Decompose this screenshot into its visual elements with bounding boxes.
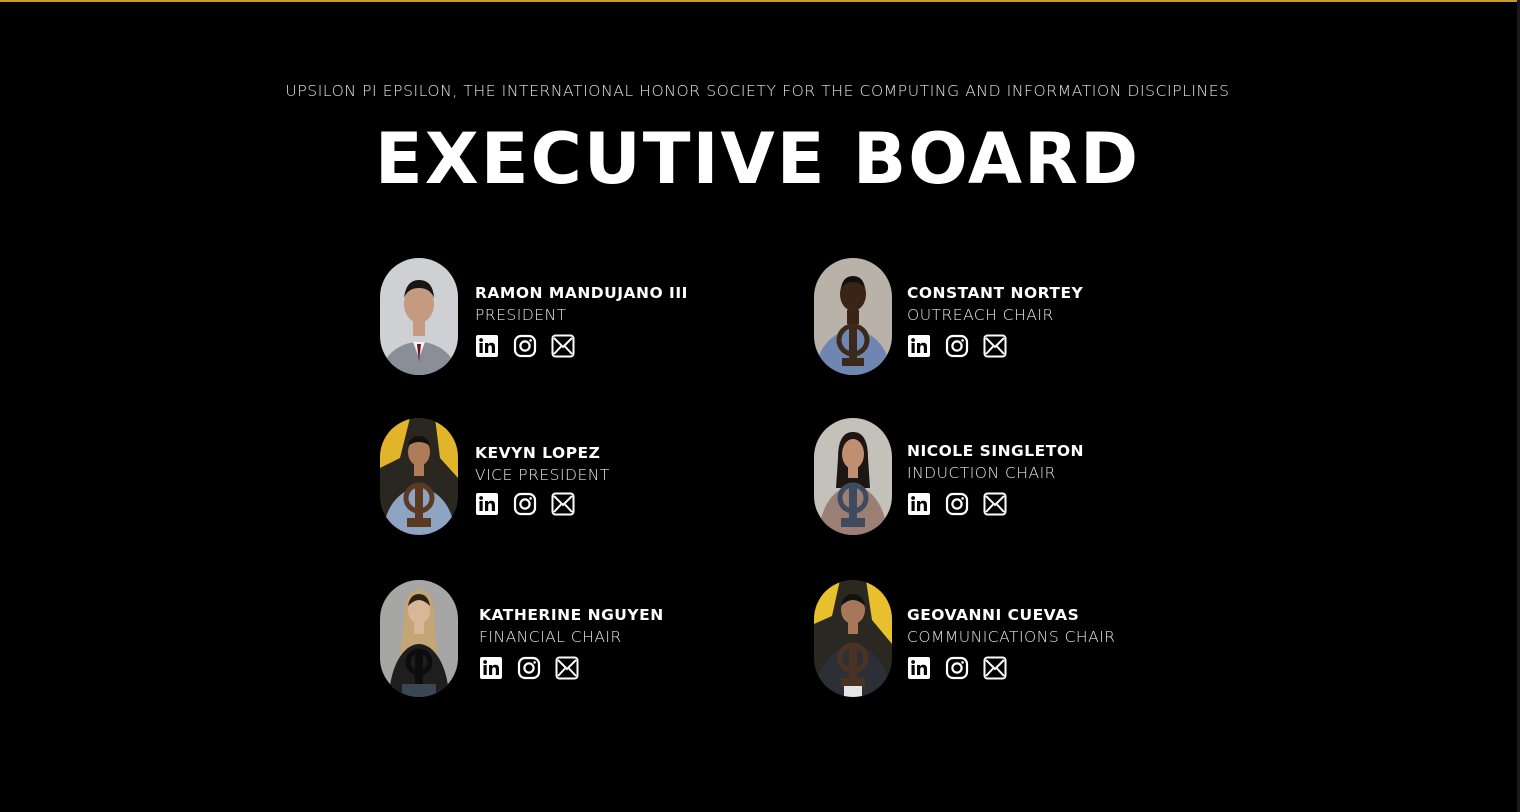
page-subtitle: UPSILON PI EPSILON, THE INTERNATIONAL HO… <box>285 82 1230 100</box>
member-role: FINANCIAL CHAIR <box>479 628 622 646</box>
social-links <box>475 492 610 516</box>
page: UPSILON PI EPSILON, THE INTERNATIONAL HO… <box>0 0 1520 812</box>
member-photo <box>814 418 892 535</box>
member-card: KATHERINE NGUYEN FINANCIAL CHAIR <box>380 580 760 700</box>
mail-icon[interactable] <box>983 334 1007 358</box>
instagram-icon[interactable] <box>517 656 541 680</box>
member-photo <box>380 258 458 375</box>
member-card: CONSTANT NORTEY OUTREACH CHAIR <box>814 258 1194 378</box>
member-photo <box>814 580 892 697</box>
instagram-icon[interactable] <box>945 492 969 516</box>
social-links <box>475 334 688 358</box>
linkedin-icon[interactable] <box>907 334 931 358</box>
social-links <box>907 656 1116 680</box>
mail-icon[interactable] <box>551 334 575 358</box>
top-accent-rule <box>0 0 1520 2</box>
mail-icon[interactable] <box>551 492 575 516</box>
social-links <box>907 334 1083 358</box>
mail-icon[interactable] <box>983 656 1007 680</box>
member-photo <box>814 258 892 375</box>
linkedin-icon[interactable] <box>475 334 499 358</box>
member-card: KEVYN LOPEZ VICE PRESIDENT <box>380 418 760 538</box>
instagram-icon[interactable] <box>945 334 969 358</box>
member-role: INDUCTION CHAIR <box>907 464 1056 482</box>
instagram-icon[interactable] <box>513 334 537 358</box>
member-name: KEVYN LOPEZ <box>475 444 601 462</box>
member-name: NICOLE SINGLETON <box>907 442 1084 460</box>
member-info: CONSTANT NORTEY OUTREACH CHAIR <box>907 284 1083 358</box>
member-info: KATHERINE NGUYEN FINANCIAL CHAIR <box>479 606 664 680</box>
member-role: COMMUNICATIONS CHAIR <box>907 628 1116 646</box>
linkedin-icon[interactable] <box>907 492 931 516</box>
member-info: GEOVANNI CUEVAS COMMUNICATIONS CHAIR <box>907 606 1116 680</box>
linkedin-icon[interactable] <box>479 656 503 680</box>
mail-icon[interactable] <box>555 656 579 680</box>
member-name: GEOVANNI CUEVAS <box>907 606 1080 624</box>
mail-icon[interactable] <box>983 492 1007 516</box>
member-role: PRESIDENT <box>475 306 567 324</box>
member-card: RAMON MANDUJANO III PRESIDENT <box>380 258 760 378</box>
instagram-icon[interactable] <box>945 656 969 680</box>
member-card: GEOVANNI CUEVAS COMMUNICATIONS CHAIR <box>814 580 1194 700</box>
member-info: KEVYN LOPEZ VICE PRESIDENT <box>475 444 610 516</box>
member-name: KATHERINE NGUYEN <box>479 606 664 624</box>
linkedin-icon[interactable] <box>475 492 499 516</box>
member-role: OUTREACH CHAIR <box>907 306 1054 324</box>
member-info: NICOLE SINGLETON INDUCTION CHAIR <box>907 442 1084 516</box>
instagram-icon[interactable] <box>513 492 537 516</box>
member-role: VICE PRESIDENT <box>475 466 610 484</box>
member-card: NICOLE SINGLETON INDUCTION CHAIR <box>814 418 1194 538</box>
member-photo <box>380 418 458 535</box>
page-title: EXECUTIVE BOARD <box>374 118 1141 200</box>
linkedin-icon[interactable] <box>907 656 931 680</box>
member-name: CONSTANT NORTEY <box>907 284 1084 302</box>
member-info: RAMON MANDUJANO III PRESIDENT <box>475 284 688 358</box>
member-name: RAMON MANDUJANO III <box>475 284 688 302</box>
social-links <box>907 492 1084 516</box>
social-links <box>479 656 664 680</box>
member-photo <box>380 580 458 697</box>
